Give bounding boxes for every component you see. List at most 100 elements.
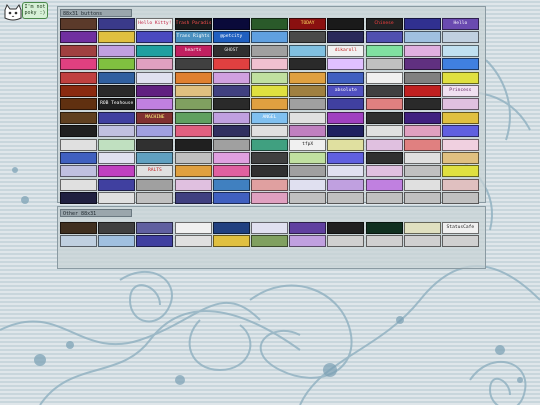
link-button-88x31[interactable] xyxy=(289,192,327,205)
link-button-88x31[interactable] xyxy=(441,111,479,124)
link-button-88x31[interactable] xyxy=(365,138,403,151)
link-button-88x31[interactable] xyxy=(98,192,136,205)
link-button-88x31[interactable]: absolute xyxy=(327,84,365,97)
link-button-88x31[interactable] xyxy=(98,71,136,84)
link-button-88x31[interactable] xyxy=(250,125,288,138)
link-button-88x31[interactable] xyxy=(98,58,136,71)
link-button-88x31[interactable] xyxy=(98,165,136,178)
link-button-88x31[interactable] xyxy=(403,151,441,164)
link-button-88x31[interactable] xyxy=(136,125,174,138)
link-button-88x31[interactable] xyxy=(60,84,97,97)
link-button-88x31[interactable]: @petcity xyxy=(212,31,250,44)
link-button-88x31[interactable]: ROB Teahouse xyxy=(98,98,136,111)
link-button-88x31[interactable] xyxy=(212,235,250,248)
link-button-88x31[interactable] xyxy=(174,192,212,205)
link-button-88x31[interactable]: Chinese xyxy=(365,18,403,30)
link-button-88x31[interactable] xyxy=(365,192,403,205)
link-button-88x31[interactable] xyxy=(403,84,441,97)
link-button-88x31[interactable] xyxy=(403,235,441,248)
link-button-88x31[interactable] xyxy=(441,178,479,191)
link-button-88x31[interactable] xyxy=(327,31,365,44)
link-button-88x31[interactable] xyxy=(136,98,174,111)
link-button-88x31[interactable] xyxy=(289,98,327,111)
link-button-88x31[interactable] xyxy=(403,18,441,30)
link-button-88x31[interactable] xyxy=(136,235,174,248)
link-button-88x31[interactable] xyxy=(327,111,365,124)
link-button-88x31[interactable] xyxy=(136,138,174,151)
link-button-88x31[interactable] xyxy=(403,222,441,234)
link-button-88x31[interactable] xyxy=(250,165,288,178)
link-button-88x31[interactable] xyxy=(174,125,212,138)
link-button-88x31[interactable]: StatusCafe xyxy=(441,222,479,234)
link-button-88x31[interactable]: Hello xyxy=(441,18,479,30)
link-button-88x31[interactable] xyxy=(441,192,479,205)
link-button-88x31[interactable] xyxy=(365,165,403,178)
link-button-88x31[interactable] xyxy=(403,58,441,71)
link-button-88x31[interactable]: ANGEL xyxy=(250,111,288,124)
link-button-88x31[interactable] xyxy=(327,165,365,178)
link-button-88x31[interactable] xyxy=(174,111,212,124)
link-button-88x31[interactable] xyxy=(212,98,250,111)
link-button-88x31[interactable] xyxy=(174,71,212,84)
link-button-88x31[interactable] xyxy=(250,138,288,151)
link-button-88x31[interactable] xyxy=(289,125,327,138)
link-button-88x31[interactable] xyxy=(60,222,97,234)
link-button-88x31[interactable] xyxy=(98,222,136,234)
link-button-88x31[interactable] xyxy=(403,178,441,191)
link-button-88x31[interactable] xyxy=(327,71,365,84)
link-button-88x31[interactable] xyxy=(250,44,288,57)
link-button-88x31[interactable] xyxy=(98,178,136,191)
link-button-88x31[interactable] xyxy=(289,222,327,234)
link-button-88x31[interactable] xyxy=(441,44,479,57)
link-button-88x31[interactable] xyxy=(441,98,479,111)
link-button-88x31[interactable] xyxy=(98,235,136,248)
link-button-88x31[interactable] xyxy=(98,125,136,138)
link-button-88x31[interactable] xyxy=(250,151,288,164)
link-button-88x31[interactable] xyxy=(250,31,288,44)
link-button-88x31[interactable] xyxy=(212,111,250,124)
link-button-88x31[interactable] xyxy=(136,84,174,97)
link-button-88x31[interactable] xyxy=(327,98,365,111)
link-button-88x31[interactable] xyxy=(365,44,403,57)
link-button-88x31[interactable] xyxy=(250,235,288,248)
link-button-88x31[interactable] xyxy=(212,222,250,234)
link-button-88x31[interactable]: Princess xyxy=(441,84,479,97)
link-button-88x31[interactable] xyxy=(365,71,403,84)
link-button-88x31[interactable]: MACHINE xyxy=(136,111,174,124)
link-button-88x31[interactable]: GHOST xyxy=(212,44,250,57)
link-button-88x31[interactable] xyxy=(212,178,250,191)
link-button-88x31[interactable] xyxy=(403,31,441,44)
link-button-88x31[interactable] xyxy=(212,58,250,71)
link-button-88x31[interactable] xyxy=(174,151,212,164)
link-button-88x31[interactable] xyxy=(403,125,441,138)
link-button-88x31[interactable] xyxy=(327,222,365,234)
link-button-88x31[interactable] xyxy=(289,58,327,71)
link-button-88x31[interactable] xyxy=(136,192,174,205)
link-button-88x31[interactable] xyxy=(212,192,250,205)
link-button-88x31[interactable] xyxy=(60,44,97,57)
link-button-88x31[interactable] xyxy=(250,18,288,30)
link-button-88x31[interactable] xyxy=(403,111,441,124)
link-button-88x31[interactable] xyxy=(174,138,212,151)
link-button-88x31[interactable] xyxy=(289,71,327,84)
link-button-88x31[interactable] xyxy=(403,165,441,178)
link-button-88x31[interactable]: Trash Paradise! xyxy=(174,18,212,30)
link-button-88x31[interactable] xyxy=(60,178,97,191)
link-button-88x31[interactable] xyxy=(98,44,136,57)
link-button-88x31[interactable] xyxy=(441,31,479,44)
link-button-88x31[interactable] xyxy=(327,151,365,164)
link-button-88x31[interactable] xyxy=(136,222,174,234)
link-button-88x31[interactable] xyxy=(60,192,97,205)
link-button-88x31[interactable] xyxy=(98,138,136,151)
link-button-88x31[interactable] xyxy=(250,71,288,84)
link-button-88x31[interactable] xyxy=(365,98,403,111)
link-button-88x31[interactable] xyxy=(327,125,365,138)
link-button-88x31[interactable] xyxy=(403,44,441,57)
link-button-88x31[interactable] xyxy=(98,18,136,30)
link-button-88x31[interactable] xyxy=(60,58,97,71)
link-button-88x31[interactable] xyxy=(174,235,212,248)
link-button-88x31[interactable] xyxy=(250,84,288,97)
link-button-88x31[interactable] xyxy=(441,235,479,248)
link-button-88x31[interactable] xyxy=(365,31,403,44)
link-button-88x31[interactable] xyxy=(250,98,288,111)
